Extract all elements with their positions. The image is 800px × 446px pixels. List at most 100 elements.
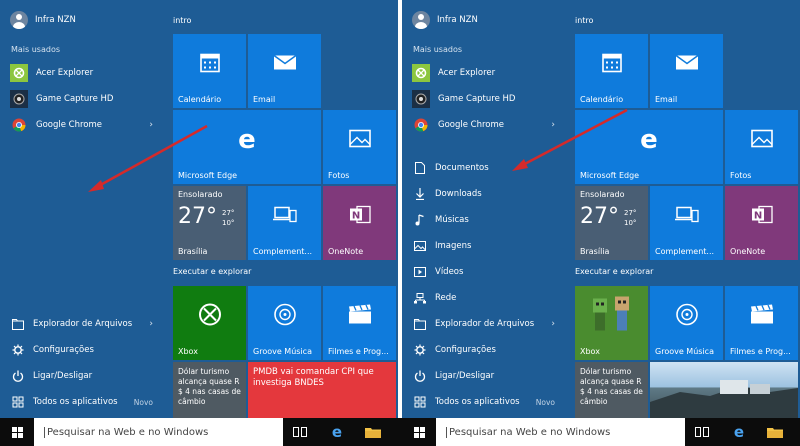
app-label: Google Chrome: [438, 120, 505, 130]
task-view-icon[interactable]: [685, 418, 719, 446]
menu-settings[interactable]: Configurações: [0, 338, 165, 362]
tile-edge[interactable]: e Microsoft Edge: [575, 110, 723, 184]
chevron-right-icon[interactable]: ›: [551, 120, 555, 130]
tile-photos[interactable]: Fotos: [725, 110, 798, 184]
folder-icon[interactable]: [758, 418, 792, 446]
tile-label: OneNote: [328, 247, 364, 256]
group-intro-label: intro: [173, 16, 192, 25]
tile-groove[interactable]: Groove Música: [650, 286, 723, 360]
file-explorer-label: Explorador de Arquivos: [33, 319, 133, 329]
tile-onenote[interactable]: N OneNote: [323, 186, 396, 260]
edge-icon[interactable]: e: [722, 418, 756, 446]
place-label: Músicas: [435, 215, 469, 225]
chevron-right-icon[interactable]: ›: [149, 120, 153, 130]
menu-power[interactable]: Ligar/Desligar: [0, 364, 165, 388]
image-icon: [413, 239, 427, 253]
place-label: Imagens: [435, 241, 472, 251]
edge-icon[interactable]: e: [320, 418, 354, 446]
tile-calendar[interactable]: Calendário: [173, 34, 246, 108]
music-icon: [413, 213, 427, 227]
svg-text:N: N: [351, 210, 359, 221]
tile-complement[interactable]: Complement...: [248, 186, 321, 260]
tile-onenote[interactable]: N OneNote: [725, 186, 798, 260]
app-label: Acer Explorer: [36, 68, 94, 78]
file-explorer-label: Explorador de Arquivos: [435, 319, 535, 329]
menu-downloads[interactable]: Downloads: [402, 182, 567, 206]
menu-file-explorer[interactable]: Explorador de Arquivos ›: [402, 312, 567, 336]
app-acer-explorer[interactable]: Acer Explorer: [0, 61, 165, 85]
avatar: [412, 11, 430, 29]
weather-high-low: 27° 10°: [222, 208, 234, 228]
calendar-icon: [199, 51, 221, 76]
tile-complement[interactable]: Complement...: [650, 186, 723, 260]
app-acer-explorer[interactable]: Acer Explorer: [402, 61, 567, 85]
chrome-icon: [412, 116, 430, 134]
tile-edge[interactable]: e Microsoft Edge: [173, 110, 321, 184]
tile-news-dollar[interactable]: Dólar turismo alcança quase R $ 4 nas ca…: [173, 362, 246, 418]
clapperboard-icon: [750, 304, 774, 327]
menu-settings[interactable]: Configurações: [402, 338, 567, 362]
most-used-label: Mais usados: [11, 45, 61, 54]
app-google-chrome[interactable]: Google Chrome ›: [0, 113, 165, 137]
tile-email[interactable]: Email: [248, 34, 321, 108]
gear-icon: [11, 343, 25, 357]
tile-email[interactable]: Email: [650, 34, 723, 108]
tile-label: Fotos: [328, 171, 350, 180]
weather-high: 27°: [624, 209, 637, 217]
tile-groove[interactable]: Groove Música: [248, 286, 321, 360]
tile-label: Xbox: [178, 347, 198, 356]
chevron-right-icon[interactable]: ›: [149, 319, 153, 329]
calendar-icon: [601, 51, 623, 76]
tile-xbox[interactable]: Xbox: [173, 286, 246, 360]
weather-high-low: 27° 10°: [624, 208, 636, 228]
search-input[interactable]: Pesquisar na Web e no Windows: [34, 418, 283, 446]
user-name: Infra NZN: [35, 15, 76, 25]
task-view-icon[interactable]: [283, 418, 317, 446]
svg-text:N: N: [753, 210, 761, 221]
tile-news-dollar[interactable]: Dólar turismo alcança quase R $ 4 nas ca…: [575, 362, 648, 418]
weather-low: 10°: [624, 219, 637, 227]
menu-documents[interactable]: Documentos: [402, 156, 567, 180]
start-button[interactable]: [2, 418, 32, 446]
search-input[interactable]: Pesquisar na Web e no Windows: [436, 418, 685, 446]
tile-calendar[interactable]: Calendário: [575, 34, 648, 108]
taskbar: Pesquisar na Web e no Windows e Pesquisa…: [0, 418, 800, 446]
new-badge: Novo: [133, 397, 153, 407]
place-label: Rede: [435, 293, 457, 303]
app-game-capture[interactable]: Game Capture HD: [402, 87, 567, 111]
app-game-capture[interactable]: Game Capture HD: [0, 87, 165, 111]
all-apps-label: Todos os aplicativos: [33, 397, 118, 407]
tile-weather[interactable]: Ensolarado 27° 27° 10° Brasília: [575, 186, 648, 260]
tile-movies[interactable]: Filmes e Prog...: [323, 286, 396, 360]
menu-all-apps[interactable]: Todos os aplicativos Novo: [0, 390, 165, 414]
chevron-right-icon[interactable]: ›: [551, 319, 555, 329]
menu-power[interactable]: Ligar/Desligar: [402, 364, 567, 388]
menu-all-apps[interactable]: Todos os aplicativos Novo: [402, 390, 567, 414]
power-label: Ligar/Desligar: [33, 371, 93, 381]
acer-explorer-icon: [412, 64, 430, 82]
tile-news-pmdb[interactable]: PMDB vai comandar CPI que investiga BNDE…: [248, 362, 396, 418]
tile-movies[interactable]: Filmes e Prog...: [725, 286, 798, 360]
most-used-label: Mais usados: [413, 45, 463, 54]
tile-news-photo[interactable]: [650, 362, 798, 418]
weather-city: Brasília: [178, 247, 208, 256]
menu-music[interactable]: Músicas: [402, 208, 567, 232]
menu-network[interactable]: Rede: [402, 286, 567, 310]
user-account[interactable]: Infra NZN: [402, 8, 567, 32]
photos-icon: [348, 129, 371, 150]
windows-logo-icon: [413, 426, 425, 438]
tile-weather[interactable]: Ensolarado 27° 27° 10° Brasília: [173, 186, 246, 260]
app-google-chrome[interactable]: Google Chrome ›: [402, 113, 567, 137]
tile-xbox[interactable]: Xbox: [575, 286, 648, 360]
weather-low: 10°: [222, 219, 235, 227]
start-button[interactable]: [404, 418, 434, 446]
tile-photos[interactable]: Fotos: [323, 110, 396, 184]
user-account[interactable]: Infra NZN: [0, 8, 165, 32]
tile-label: Microsoft Edge: [178, 171, 238, 180]
menu-file-explorer[interactable]: Explorador de Arquivos ›: [0, 312, 165, 336]
tile-label: Calendário: [580, 95, 624, 104]
menu-images[interactable]: Imagens: [402, 234, 567, 258]
menu-videos[interactable]: Vídeos: [402, 260, 567, 284]
folder-icon[interactable]: [356, 418, 390, 446]
place-label: Vídeos: [435, 267, 464, 277]
